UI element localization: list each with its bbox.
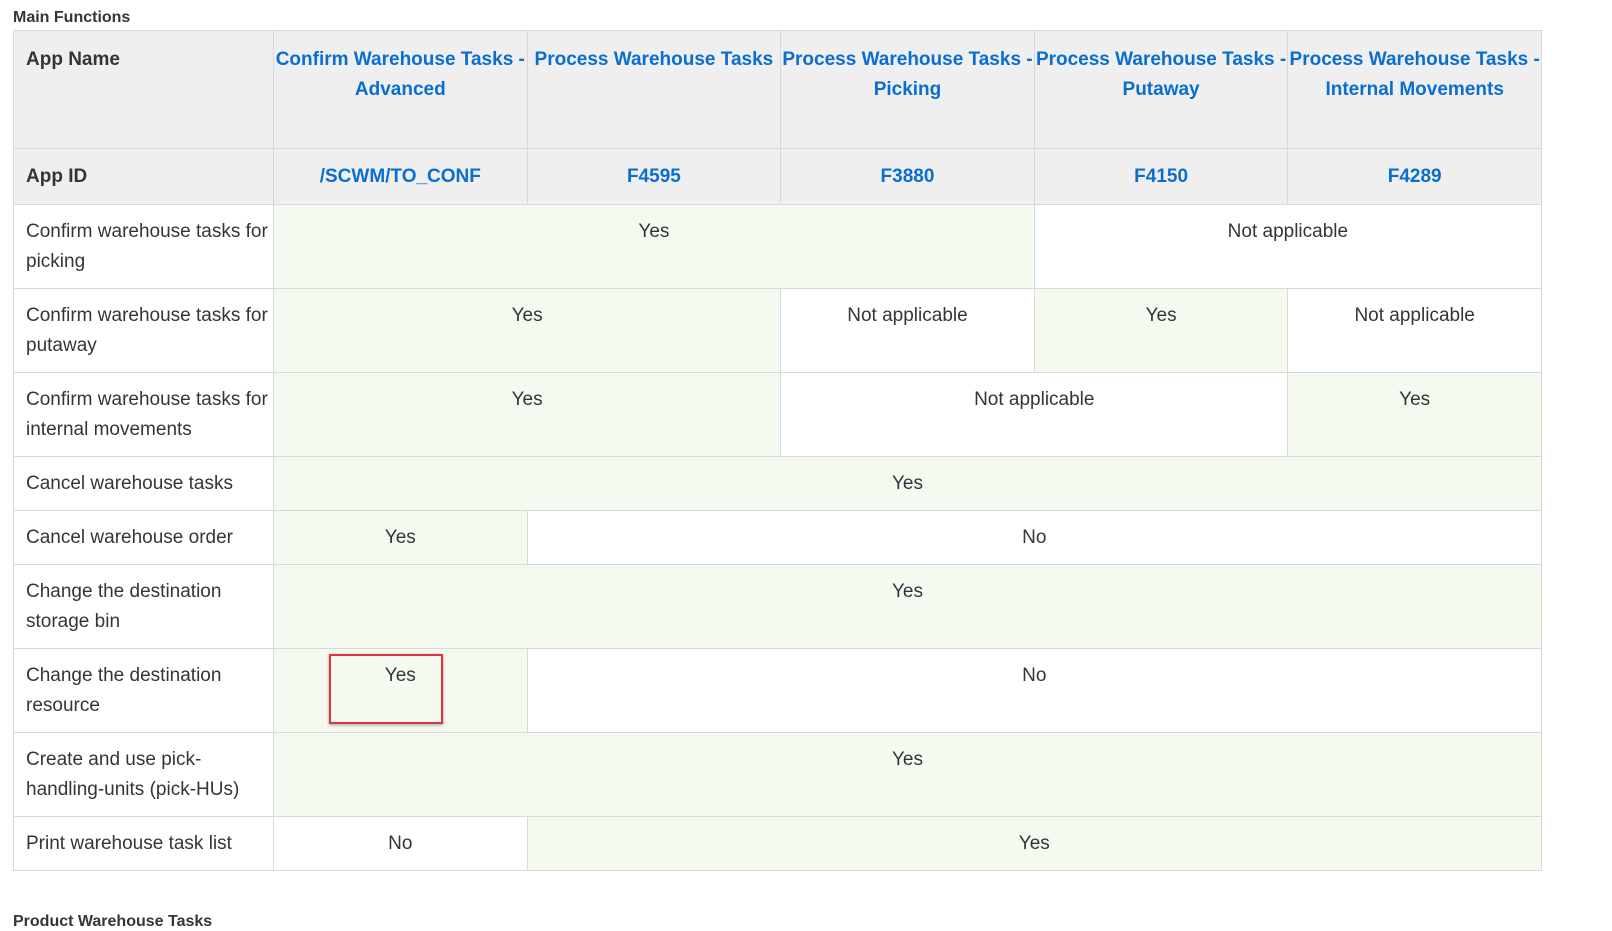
table-row: Print warehouse task list No Yes [13,816,1542,871]
main-functions-table: App Name Confirm Warehouse Tasks - Advan… [13,30,1542,871]
support-cell: Yes [272,372,782,457]
app-id-link-internal-movements[interactable]: F4289 [1287,148,1542,205]
table-row: Cancel warehouse order Yes No [13,510,1542,565]
app-name-link-putaway[interactable]: Process Warehouse Tasks - Putaway [1033,30,1289,149]
app-id-link-process-tasks[interactable]: F4595 [526,148,782,205]
function-label: Cancel warehouse order [13,510,274,565]
app-id-label: App ID [13,148,274,205]
app-name-label: App Name [13,30,274,149]
section-title: Main Functions [13,9,131,26]
support-cell: Not applicable [780,288,1035,373]
support-cell-highlighted: Yes [273,648,528,733]
app-id-link-putaway[interactable]: F4150 [1033,148,1289,205]
table-row: Confirm warehouse tasks for picking Yes No… [13,204,1542,289]
table-row: Confirm warehouse tasks for internal mov… [13,372,1542,457]
app-id-row: App ID /SCWM/TO_CONF F4595 F3880 F4150 F… [13,148,1542,205]
support-cell: Yes [273,510,528,565]
function-label: Print warehouse task list [13,816,274,871]
support-cell: No [526,510,1542,565]
function-label: Confirm warehouse tasks for internal mov… [13,372,274,457]
next-section-title: Product Warehouse Tasks [13,913,213,930]
support-cell: Yes [1287,372,1542,457]
function-label: Create and use pick-handling-units (pick… [13,732,274,817]
support-cell: Yes [273,456,1542,511]
support-cell: Yes [273,564,1542,649]
support-cell: Yes [1033,288,1289,373]
app-name-link-picking[interactable]: Process Warehouse Tasks - Picking [780,30,1035,149]
app-name-link-internal-movements[interactable]: Process Warehouse Tasks - Internal Movem… [1287,30,1542,149]
app-id-link-confirm-advanced[interactable]: /SCWM/TO_CONF [273,148,528,205]
support-cell: Not applicable [1033,204,1542,289]
support-cell: Yes [273,732,1542,817]
function-label: Cancel warehouse tasks [13,456,274,511]
table-row: Cancel warehouse tasks Yes [13,456,1542,511]
function-label: Change the destination resource [13,648,274,733]
support-cell: Yes [273,204,1035,289]
table-row: Create and use pick-handling-units (pick… [13,732,1542,817]
table-row: Change the destination resource Yes No [13,648,1542,733]
support-cell: No [526,648,1542,733]
app-id-link-picking[interactable]: F3880 [780,148,1035,205]
app-name-row: App Name Confirm Warehouse Tasks - Advan… [13,30,1542,149]
table-row: Change the destination storage bin Yes [13,564,1542,649]
support-cell: Not applicable [1287,288,1542,373]
support-cell: No [273,816,528,871]
support-cell: Not applicable [780,372,1289,457]
support-cell: Yes [272,288,782,373]
table-row: Confirm warehouse tasks for putaway Yes No… [13,288,1542,373]
support-cell: Yes [526,816,1542,871]
function-label: Confirm warehouse tasks for putaway [13,288,274,373]
function-label: Confirm warehouse tasks for picking [13,204,274,289]
function-label: Change the destination storage bin [13,564,274,649]
app-name-link-confirm-advanced[interactable]: Confirm Warehouse Tasks - Advanced [273,30,528,149]
table-body: Confirm warehouse tasks for picking Yes No… [13,204,1542,871]
app-name-link-process-tasks[interactable]: Process Warehouse Tasks [526,30,782,149]
